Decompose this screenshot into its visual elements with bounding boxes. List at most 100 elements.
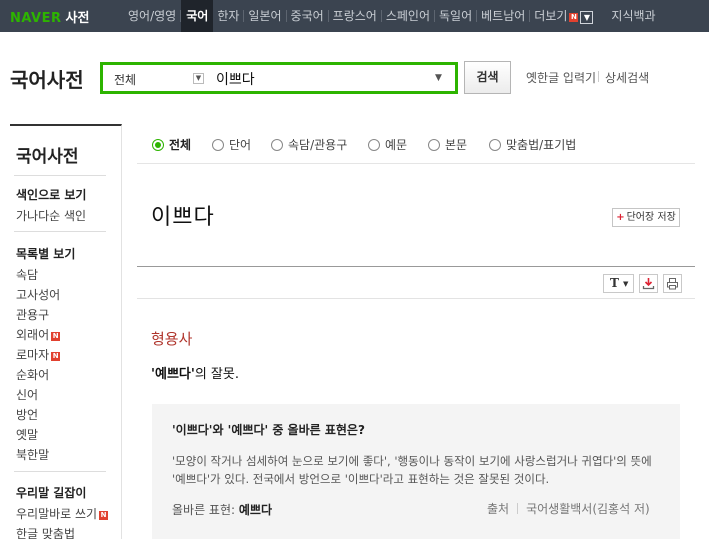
font-size-button[interactable]: T ▼ — [603, 274, 634, 293]
sidebar-item-list-view[interactable]: 목록별 보기 — [16, 245, 75, 262]
source-divider — [517, 503, 519, 514]
usage-note-box: '이쁘다'와 '예쁘다' 중 올바른 표현은? '모양이 작거나 섬세하여 눈으… — [152, 404, 680, 539]
nav-item-vietnamese[interactable]: 베트남어 — [477, 0, 529, 32]
sidebar: 국어사전 색인으로 보기 가나다순 색인 목록별 보기 속담 고사성어 관용구 … — [10, 124, 122, 539]
sidebar-divider — [14, 471, 106, 472]
nav-item-encyclopedia[interactable]: 지식백과 — [607, 0, 659, 32]
tab-label: 속담/관용구 — [288, 138, 348, 152]
search-input[interactable]: 이쁘다 — [216, 69, 255, 89]
dictionary-brand-title[interactable]: 국어사전 — [10, 64, 84, 93]
usage-source: 출처 국어생활백서(김홍석 저) — [487, 500, 650, 517]
tab-words[interactable]: 단어 — [212, 136, 251, 153]
sidebar-item-phrases[interactable]: 관용구 — [16, 306, 49, 323]
naver-dictionary-logo[interactable]: NAVER 사전 — [10, 7, 89, 26]
search-button[interactable]: 검색 — [464, 61, 511, 94]
tab-label: 단어 — [229, 138, 252, 152]
sidebar-item-proverbs[interactable]: 속담 — [16, 266, 38, 283]
source-label: 출처 — [487, 502, 510, 516]
new-badge: N — [569, 13, 579, 22]
sidebar-item-index-view[interactable]: 색인으로 보기 — [16, 186, 86, 203]
chevron-down-icon[interactable]: ▼ — [193, 73, 204, 84]
definition-text: '예쁘다'의 잘못. — [151, 363, 239, 382]
search-box: 전체 ▼ 이쁘다 ▼ — [100, 62, 458, 94]
sidebar-item-spelling-rules[interactable]: 한글 맞춤법 — [16, 525, 75, 539]
sidebar-title[interactable]: 국어사전 — [16, 142, 79, 167]
wordbook-button-label: 단어장 저장 — [626, 212, 676, 223]
tab-label: 본문 — [445, 138, 468, 152]
nav-item-german[interactable]: 독일어 — [435, 0, 476, 32]
sidebar-item-loanwords[interactable]: 외래어 N — [16, 326, 61, 343]
tab-label: 맞춤법/표기법 — [506, 138, 577, 152]
correct-expression-label: 올바른 표현: — [172, 503, 236, 517]
tab-body-text[interactable]: 본문 — [428, 136, 467, 153]
radio-icon[interactable] — [271, 139, 283, 151]
new-badge: N — [99, 511, 109, 520]
nav-item-more[interactable]: 더보기 N ▼ — [530, 0, 597, 32]
sidebar-divider — [14, 231, 106, 232]
old-hangul-input-link[interactable]: 옛한글 입력기 — [526, 69, 596, 86]
autocomplete-toggle-icon[interactable]: ▼ — [435, 73, 442, 83]
definition-rest: 의 잘못. — [194, 367, 239, 382]
print-button[interactable] — [663, 274, 682, 293]
sidebar-item-dialects[interactable]: 방언 — [16, 406, 38, 423]
usage-explanation: '모양이 작거나 섬세하여 눈으로 보기에 좋다', '행동이나 동작이 보기에… — [172, 454, 652, 486]
font-size-icon: T — [610, 276, 619, 290]
tab-spelling[interactable]: 맞춤법/표기법 — [489, 136, 576, 153]
nav-item-hanja[interactable]: 한자 — [213, 0, 243, 32]
nav-item-chinese[interactable]: 중국어 — [287, 0, 328, 32]
nav-item-french[interactable]: 프랑스어 — [329, 0, 381, 32]
sidebar-item-label: 우리말바로 쓰기 — [16, 507, 98, 521]
entry-headword: 이쁘다 — [151, 205, 215, 230]
radio-checked-icon[interactable] — [152, 139, 164, 151]
sidebar-item-correct-usage[interactable]: 우리말바로 쓰기 N — [16, 505, 109, 522]
download-button[interactable] — [639, 274, 658, 293]
sidebar-item-neologisms[interactable]: 신어 — [16, 386, 38, 403]
tab-examples[interactable]: 예문 — [368, 136, 407, 153]
sidebar-item-alphabetical-index[interactable]: 가나다순 색인 — [16, 207, 86, 224]
sidebar-item-archaic-words[interactable]: 옛말 — [16, 426, 38, 443]
correct-expression-value: 예쁘다 — [238, 503, 273, 517]
sidebar-item-korean-guide[interactable]: 우리말 길잡이 — [16, 484, 86, 501]
plus-icon: + — [616, 212, 625, 223]
nav-more-label: 더보기 — [534, 9, 568, 23]
sidebar-item-north-korean[interactable]: 북한말 — [16, 446, 49, 463]
nav-item-spanish[interactable]: 스페인어 — [382, 0, 434, 32]
top-navigation-bar: NAVER 사전 영어/영영 국어 한자 일본어 중국어 프랑스어 스페인어 독일… — [0, 0, 709, 32]
radio-icon[interactable] — [368, 139, 380, 151]
chevron-down-icon[interactable]: ▼ — [580, 11, 594, 24]
print-icon — [667, 278, 678, 290]
dictionary-menu: 영어/영영 국어 한자 일본어 중국어 프랑스어 스페인어 독일어 베트남어 더… — [124, 0, 660, 32]
usage-question: '이쁘다'와 '예쁘다' 중 올바른 표현은? — [172, 423, 365, 437]
sidebar-divider — [14, 175, 106, 176]
tab-label: 전체 — [169, 138, 192, 152]
advanced-search-link[interactable]: 상세검색 — [605, 69, 649, 86]
new-badge: N — [51, 332, 61, 341]
tab-proverbs-idioms[interactable]: 속담/관용구 — [271, 136, 347, 153]
sidebar-item-label: 로마자 — [16, 348, 50, 362]
logo-sajeon-text: 사전 — [65, 11, 90, 26]
part-of-speech: 형용사 — [151, 330, 193, 348]
source-value[interactable]: 국어생활백서(김홍석 저) — [526, 502, 650, 516]
sidebar-item-romanization[interactable]: 로마자 N — [16, 346, 61, 363]
logo-naver-text: NAVER — [10, 11, 62, 26]
tab-label: 예문 — [385, 138, 408, 152]
download-icon — [642, 278, 655, 290]
radio-icon[interactable] — [489, 139, 501, 151]
entry-toolbar: T ▼ — [137, 266, 695, 299]
sidebar-item-refined-words[interactable]: 순화어 — [16, 366, 49, 383]
nav-item-english[interactable]: 영어/영영 — [124, 0, 180, 32]
tabs-divider — [137, 163, 695, 164]
nav-item-japanese[interactable]: 일본어 — [244, 0, 285, 32]
sidebar-item-label: 외래어 — [16, 328, 50, 342]
save-to-wordbook-button[interactable]: + 단어장 저장 — [612, 208, 680, 227]
sidebar-item-idioms[interactable]: 고사성어 — [16, 286, 60, 303]
radio-icon[interactable] — [212, 139, 224, 151]
radio-icon[interactable] — [428, 139, 440, 151]
correct-expression: 올바른 표현: 예쁘다 — [172, 501, 272, 518]
search-category-select[interactable]: 전체 — [114, 71, 136, 88]
definition-linked-word[interactable]: '예쁘다' — [151, 367, 195, 382]
header-link-divider — [598, 71, 599, 82]
tab-all[interactable]: 전체 — [152, 136, 191, 153]
chevron-down-icon: ▼ — [622, 280, 629, 288]
nav-item-korean[interactable]: 국어 — [181, 0, 214, 32]
